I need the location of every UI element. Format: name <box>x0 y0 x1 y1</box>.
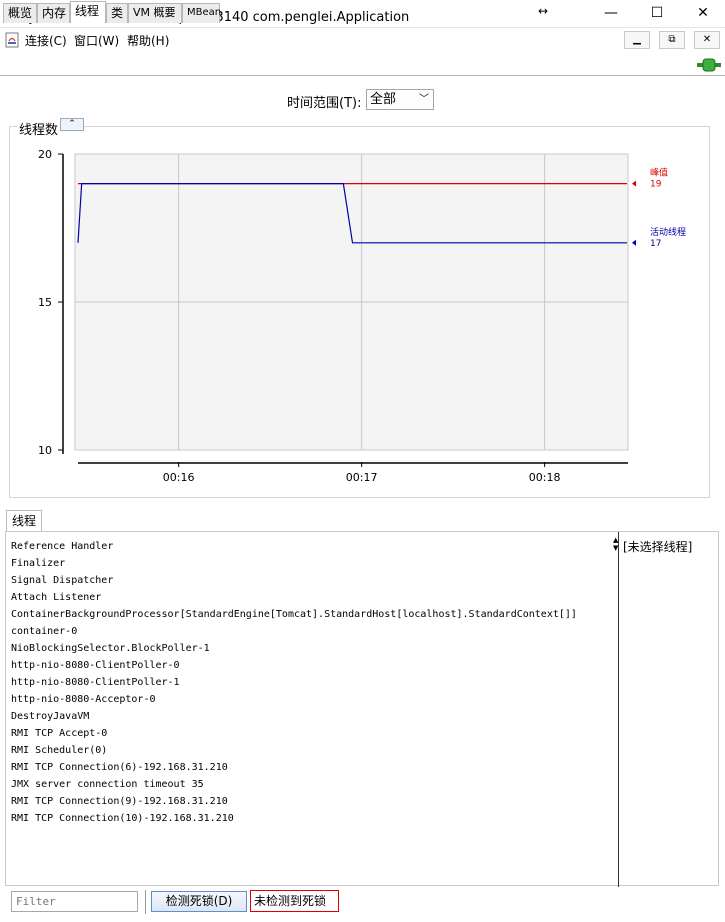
x-tick-label: 00:18 <box>529 471 561 484</box>
legend-label-1: 活动线程 <box>650 226 686 238</box>
thread-list-item[interactable]: Attach Listener <box>11 589 577 606</box>
legend-value-0: 19 <box>650 180 662 190</box>
thread-list-item[interactable]: RMI Scheduler(0) <box>11 742 577 759</box>
thread-list-item[interactable]: http-nio-8080-ClientPoller-0 <box>11 657 577 674</box>
legend-value-1: 17 <box>650 239 661 249</box>
thread-list-item[interactable]: DestroyJavaVM <box>11 708 577 725</box>
thread-list-item[interactable]: RMI TCP Connection(9)-192.168.31.210 <box>11 793 577 810</box>
thread-list-item[interactable]: http-nio-8080-Acceptor-0 <box>11 691 577 708</box>
deadlock-status: 未检测到死锁 <box>250 890 339 912</box>
toolbar-separator <box>145 890 146 914</box>
x-tick-label: 00:17 <box>346 471 378 484</box>
series-marker-1 <box>632 239 636 246</box>
split-arrows-icon[interactable]: ▲ ▼ <box>613 536 618 552</box>
thread-list-item[interactable]: JMX server connection timeout 35 <box>11 776 577 793</box>
thread-list: Reference Handler Finalizer Signal Dispatc… <box>11 538 577 827</box>
thread-count-chart: 10 15 20 00:16 00:17 00:18 峰值19 活动线程17 <box>38 148 686 484</box>
legend-label-0: 峰值 <box>650 167 668 179</box>
detect-deadlock-button[interactable]: 检测死锁(D) <box>151 891 247 912</box>
thread-list-item[interactable]: RMI TCP Accept-0 <box>11 725 577 742</box>
thread-list-item[interactable]: Signal Dispatcher <box>11 572 577 589</box>
filter-input[interactable] <box>11 891 138 912</box>
thread-list-item[interactable]: NioBlockingSelector.BlockPoller-1 <box>11 640 577 657</box>
thread-list-item[interactable]: RMI TCP Connection(6)-192.168.31.210 <box>11 759 577 776</box>
series-marker-0 <box>632 180 636 187</box>
y-tick-label: 15 <box>38 296 52 309</box>
thread-details: [未选择线程] <box>623 540 693 554</box>
y-tick-label: 20 <box>38 148 52 161</box>
thread-list-item[interactable]: ContainerBackgroundProcessor[StandardEng… <box>11 606 577 623</box>
y-tick-label: 10 <box>38 444 52 457</box>
thread-list-item[interactable]: http-nio-8080-ClientPoller-1 <box>11 674 577 691</box>
thread-list-item[interactable]: Reference Handler <box>11 538 577 555</box>
x-tick-label: 00:16 <box>163 471 195 484</box>
tab-thread-list[interactable]: 线程 <box>6 510 43 531</box>
threads-area: Reference Handler Finalizer Signal Dispatc… <box>5 531 719 887</box>
thread-list-item[interactable]: RMI TCP Connection(10)-192.168.31.210 <box>11 810 577 827</box>
split-pane-divider[interactable] <box>618 532 621 887</box>
thread-list-item[interactable]: container-0 <box>11 623 577 640</box>
thread-list-item[interactable]: Finalizer <box>11 555 577 572</box>
